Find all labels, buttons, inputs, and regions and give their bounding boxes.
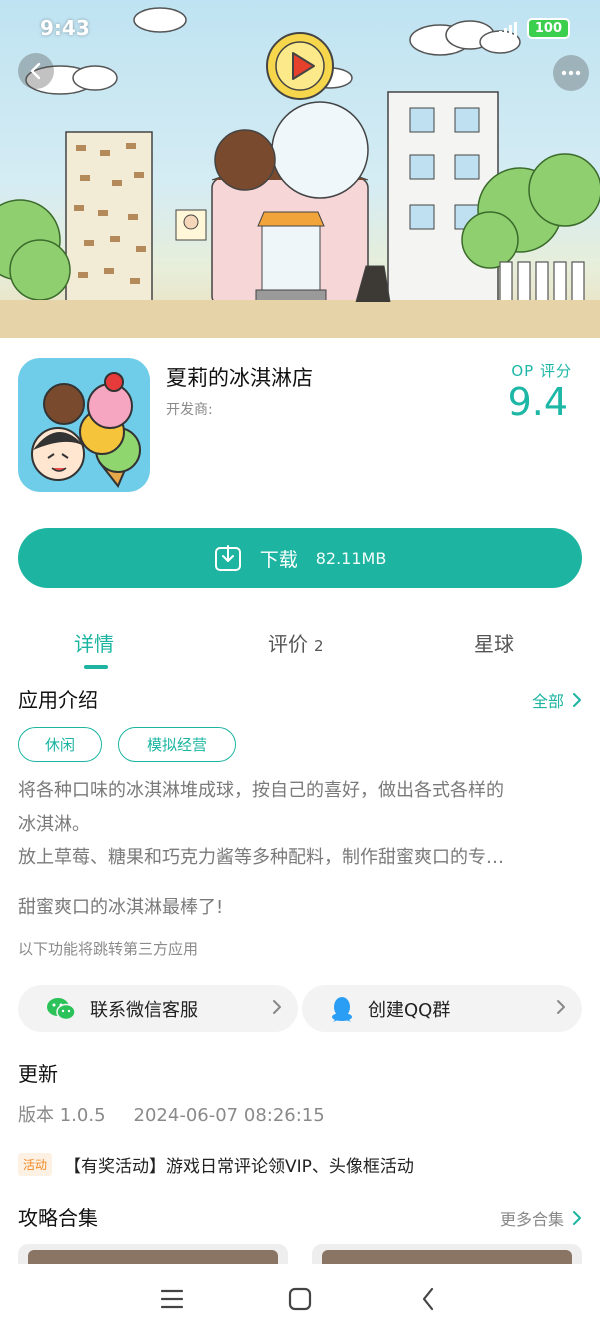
description-line-4: 甜蜜爽口的冰淇淋最棒了! [18, 897, 224, 918]
version-info: 版本 1.0.5 2024-06-07 08:26:15 [18, 1101, 325, 1127]
chevron-right-icon [573, 1211, 581, 1225]
update-datetime: 2024-06-07 08:26:15 [133, 1105, 325, 1126]
tab-details-label: 详情 [74, 632, 114, 656]
system-navigation-bar [0, 1264, 600, 1333]
download-button[interactable]: 下载 82.11MB [18, 528, 582, 588]
developer-label: 开发商: [166, 402, 213, 418]
version-number: 版本 1.0.5 [18, 1105, 106, 1126]
download-label: 下载 [259, 548, 298, 571]
create-qq-group-button[interactable]: 创建QQ群 [302, 985, 582, 1032]
tab-planet[interactable]: 星球 [474, 628, 514, 657]
activity-text: 【有奖活动】游戏日常评论领VIP、头像框活动 [64, 1157, 414, 1177]
download-icon [214, 545, 241, 571]
signal-icon [498, 21, 517, 37]
intro-more-link[interactable]: 全部 [532, 688, 582, 712]
home-button[interactable] [285, 1284, 315, 1314]
chevron-right-icon [273, 1000, 281, 1014]
play-icon [266, 32, 334, 100]
tab-planet-label: 星球 [474, 632, 514, 656]
intro-title: 应用介绍 [18, 688, 98, 712]
wechat-support-button[interactable]: 联系微信客服 [18, 985, 298, 1032]
hero-banner[interactable]: 9:43 100 [0, 0, 600, 338]
tab-reviews[interactable]: 评价 2 [268, 628, 324, 657]
guides-more-link[interactable]: 更多合集 [500, 1206, 582, 1230]
description-line-1: 将各种口味的冰淇淋堆成球，按自己的喜好，做出各式各样的 [18, 780, 504, 801]
guide-card[interactable] [312, 1244, 582, 1264]
app-icon-image [18, 358, 150, 492]
system-back-button[interactable] [413, 1284, 443, 1314]
tab-reviews-label: 评价 [268, 632, 308, 656]
menu-icon [160, 1289, 184, 1309]
rating-label: OP 评分 [511, 362, 572, 380]
tag-simulation-label: 模拟经营 [146, 736, 207, 754]
app-icon [18, 358, 150, 492]
tab-active-indicator [84, 665, 108, 669]
qq-icon [332, 996, 352, 1022]
status-icons: 100 [498, 18, 570, 39]
back-arrow-icon [422, 1287, 434, 1311]
description-line-3[interactable]: 放上草莓、糖果和巧克力酱等多种配料，制作甜蜜爽口的专… [18, 841, 584, 874]
activity-badge: 活动 [18, 1153, 53, 1176]
description-line-2: 冰淇淋。 [18, 814, 90, 835]
tag-casual-label: 休闲 [44, 736, 75, 754]
download-size: 82.11MB [315, 548, 387, 568]
chevron-right-icon [573, 693, 581, 707]
update-title: 更新 [18, 1062, 58, 1086]
tab-reviews-count: 2 [314, 637, 324, 655]
third-party-note: 以下功能将跳转第三方应用 [18, 940, 199, 958]
app-title: 夏莉的冰淇淋店 [166, 366, 313, 390]
status-time: 9:43 [40, 16, 90, 40]
guide-card[interactable] [18, 1244, 288, 1264]
activity-banner[interactable]: 活动 【有奖活动】游戏日常评论领VIP、头像框活动 [18, 1152, 414, 1177]
chevron-left-icon [30, 62, 41, 80]
home-square-icon [288, 1287, 312, 1311]
back-button[interactable] [18, 53, 54, 89]
wechat-support-label: 联系微信客服 [90, 999, 198, 1021]
guide-thumbnail [28, 1250, 278, 1264]
create-qq-group-label: 创建QQ群 [368, 999, 451, 1021]
guide-thumbnail [322, 1250, 572, 1264]
tab-details[interactable]: 详情 [74, 628, 114, 657]
battery-indicator: 100 [526, 18, 570, 39]
tag-simulation[interactable]: 模拟经营 [118, 727, 236, 762]
guides-more-label: 更多合集 [499, 1210, 564, 1229]
recent-apps-button[interactable] [157, 1284, 187, 1314]
intro-more-label: 全部 [531, 692, 564, 711]
rating-score: 9.4 [507, 380, 568, 424]
wechat-icon [47, 997, 76, 1020]
play-video-button[interactable] [264, 30, 336, 102]
guides-title: 攻略合集 [18, 1206, 98, 1230]
tab-bar: 详情 评价 2 星球 [0, 620, 600, 670]
chevron-right-icon [557, 1000, 565, 1014]
more-options-button[interactable] [553, 55, 589, 91]
more-dots-icon [561, 70, 581, 76]
tag-casual[interactable]: 休闲 [18, 727, 102, 762]
